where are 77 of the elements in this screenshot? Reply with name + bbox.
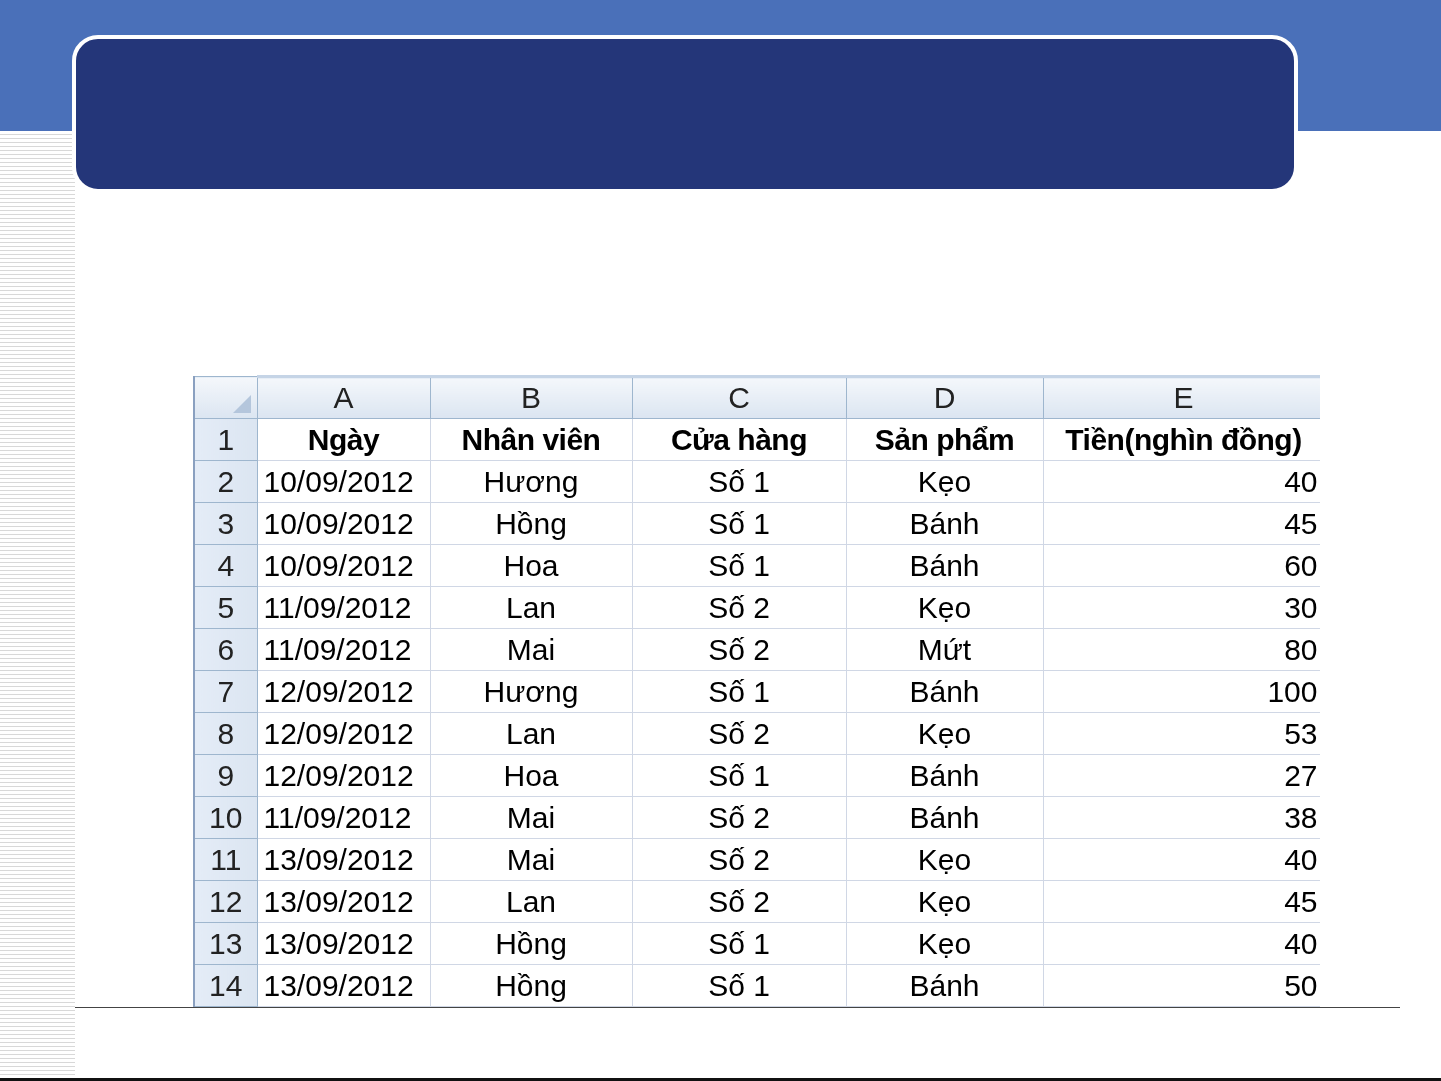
- table-cell: Số 2: [632, 838, 846, 881]
- column-header[interactable]: E: [1043, 376, 1320, 419]
- row-header[interactable]: 3: [194, 502, 257, 545]
- table-cell: Lan: [430, 586, 632, 629]
- table-cell: 10/09/2012: [257, 502, 430, 545]
- row-header[interactable]: 12: [194, 880, 257, 923]
- table-cell: Kẹo: [846, 712, 1043, 755]
- table-cell: Số 2: [632, 880, 846, 923]
- column-header[interactable]: A: [257, 376, 430, 419]
- table-cell: Hoa: [430, 544, 632, 587]
- select-all-corner[interactable]: [194, 376, 257, 419]
- row-header[interactable]: 10: [194, 796, 257, 839]
- column-header[interactable]: C: [632, 376, 846, 419]
- table-cell: Số 2: [632, 712, 846, 755]
- column-header[interactable]: D: [846, 376, 1043, 419]
- table-cell: Số 1: [632, 460, 846, 503]
- triangle-icon: [232, 395, 251, 413]
- table-cell: Hương: [430, 460, 632, 503]
- table-cell: 12/09/2012: [257, 670, 430, 713]
- header-cell: Sản phẩm: [846, 418, 1043, 461]
- table-cell: Mứt: [846, 628, 1043, 671]
- table-cell: Hoa: [430, 754, 632, 797]
- table-cell: Số 2: [632, 796, 846, 839]
- table-cell: 13/09/2012: [257, 964, 430, 1007]
- table-cell: Số 1: [632, 754, 846, 797]
- row-header[interactable]: 11: [194, 838, 257, 881]
- row-header[interactable]: 6: [194, 628, 257, 671]
- table-cell: 13/09/2012: [257, 922, 430, 965]
- row-header[interactable]: 5: [194, 586, 257, 629]
- table-cell: Số 1: [632, 544, 846, 587]
- table-cell: 13/09/2012: [257, 838, 430, 881]
- table-cell: 10/09/2012: [257, 544, 430, 587]
- column-header[interactable]: B: [430, 376, 632, 419]
- table-cell: Bánh: [846, 964, 1043, 1007]
- row-header[interactable]: 7: [194, 670, 257, 713]
- table-cell: Bánh: [846, 796, 1043, 839]
- table-cell: Bánh: [846, 754, 1043, 797]
- table-cell: Kẹo: [846, 586, 1043, 629]
- table-cell: Số 1: [632, 670, 846, 713]
- table-cell: Lan: [430, 712, 632, 755]
- table-cell: Mai: [430, 838, 632, 881]
- table-cell: Mai: [430, 628, 632, 671]
- row-header[interactable]: 13: [194, 922, 257, 965]
- row-header[interactable]: 9: [194, 754, 257, 797]
- table-cell: Số 1: [632, 964, 846, 1007]
- table-cell: 13/09/2012: [257, 880, 430, 923]
- table-cell: Số 2: [632, 628, 846, 671]
- row-header[interactable]: 2: [194, 460, 257, 503]
- table-cell: Hương: [430, 670, 632, 713]
- table-cell: Mai: [430, 796, 632, 839]
- table-cell: Số 1: [632, 922, 846, 965]
- row-header[interactable]: 14: [194, 964, 257, 1007]
- header-cell: Nhân viên: [430, 418, 632, 461]
- header-cell: Ngày: [257, 418, 430, 461]
- table-cell: 12/09/2012: [257, 754, 430, 797]
- row-header[interactable]: 1: [194, 418, 257, 461]
- table-cell: 12/09/2012: [257, 712, 430, 755]
- table-cell: Kẹo: [846, 880, 1043, 923]
- table-cell: Bánh: [846, 670, 1043, 713]
- table-cell: Số 1: [632, 502, 846, 545]
- table-cell: Bánh: [846, 502, 1043, 545]
- table-cell: Số 2: [632, 586, 846, 629]
- header-cell: Cửa hàng: [632, 418, 846, 461]
- table-cell: Lan: [430, 880, 632, 923]
- table-cell: Kẹo: [846, 460, 1043, 503]
- table-cell: 11/09/2012: [257, 586, 430, 629]
- table-cell: Kẹo: [846, 838, 1043, 881]
- table-cell: Hồng: [430, 502, 632, 545]
- table-cell: 11/09/2012: [257, 628, 430, 671]
- table-cell: Hồng: [430, 964, 632, 1007]
- table-cell: 10/09/2012: [257, 460, 430, 503]
- table-cell: 11/09/2012: [257, 796, 430, 839]
- row-header[interactable]: 4: [194, 544, 257, 587]
- table-cell: Hồng: [430, 922, 632, 965]
- table-cell: Kẹo: [846, 922, 1043, 965]
- table-cell: Bánh: [846, 544, 1043, 587]
- row-header[interactable]: 8: [194, 712, 257, 755]
